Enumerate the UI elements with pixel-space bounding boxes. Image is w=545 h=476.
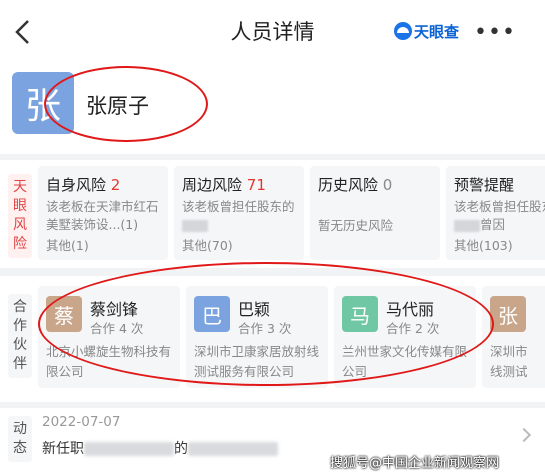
risk-count: 2 [110,176,121,194]
news-text: 新任职的 [42,438,278,458]
risk-card-other: 其他(70) [182,238,233,253]
chevron-right-icon [516,427,532,443]
risk-card-surrounding[interactable]: 周边风险 71 该老板曾担任股东的 其他(70) [174,166,304,260]
risk-card-desc: 该老板在天津市红石美墅装饰设...(1) [46,199,159,232]
risk-card-desc: 该老板曾担任股东的 [182,198,296,234]
risk-card-self[interactable]: 自身风险 2 该老板在天津市红石美墅装饰设...(1) 其他(1) [38,166,168,260]
risk-card-warning[interactable]: 预警提醒 该老板曾担任股东的曾因 其他(103) [446,166,545,260]
more-menu-icon[interactable]: ••• [474,20,516,45]
risk-card-history[interactable]: 历史风险 0 暂无历史风险 [310,166,440,260]
highlight-circle-annotation [44,66,208,142]
news-date: 2022-07-07 [42,414,121,430]
risk-card-desc: 该老板曾担任股东的曾因 [454,199,545,232]
risk-count: 71 [246,176,266,194]
partner-company: 深圳市线测试 [490,344,528,379]
watermark: 搜狐号@中国企业新闻观察网 [330,456,500,471]
brand-logo: 天眼查 [394,20,459,42]
risk-section: 天眼风险 自身风险 2 该老板在天津市红石美墅装饰设...(1) 其他(1) 周… [0,160,545,268]
tianyancha-logo-icon [394,22,412,40]
risk-card-title: 预警提醒 [454,176,515,194]
risk-card-title: 历史风险 [318,176,379,194]
risk-section-label: 天眼风险 [8,174,32,258]
risk-card-title: 周边风险 [182,176,243,194]
brand-name: 天眼查 [414,22,460,41]
risk-card-title: 自身风险 [46,176,107,194]
risk-card-other: 其他(1) [46,238,89,253]
partner-section-label: 合作伙伴 [8,294,32,378]
risk-count: 0 [382,176,393,194]
partner-avatar: 张 [490,296,526,332]
risk-card-other: 其他(103) [454,238,513,253]
page-title: 人员详情 [230,20,315,44]
news-section-label: 动态 [8,416,32,462]
partner-card[interactable]: 张 深圳市线测试 [482,286,545,388]
highlight-circle-annotation [38,262,494,386]
risk-card-desc: 暂无历史风险 [318,218,394,233]
header-bar: 人员详情 天眼查 ••• [0,0,545,62]
